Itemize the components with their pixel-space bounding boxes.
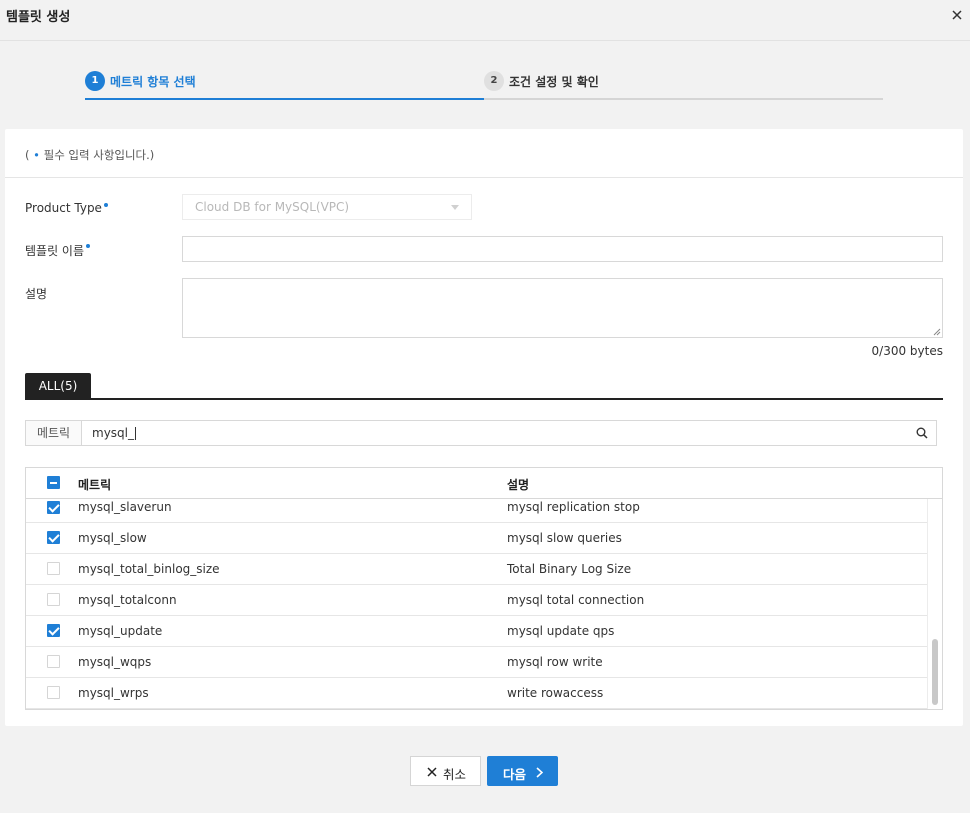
table-row[interactable]: mysql_wqps mysql row write	[26, 647, 927, 678]
step-label: 메트릭 항목 선택	[110, 75, 196, 89]
metric-description: mysql replication stop	[507, 500, 640, 514]
row-checkbox[interactable]	[47, 686, 60, 699]
row-checkbox[interactable]	[47, 501, 60, 514]
product-type-label: Product Type	[25, 201, 108, 215]
metric-search: 메트릭 mysql_	[25, 420, 937, 446]
template-name-label: 템플릿 이름	[25, 242, 91, 259]
required-dot-icon	[86, 244, 91, 248]
divider	[5, 177, 963, 178]
close-icon	[427, 767, 437, 777]
step-1: 1 메트릭 항목 선택	[85, 70, 484, 100]
table-body: mysql_slaverun mysql replication stop mysq…	[26, 499, 927, 709]
table-header: 메트릭 설명	[26, 468, 942, 499]
table-row[interactable]: mysql_update mysql update qps	[26, 616, 927, 647]
table-row[interactable]: mysql_wrps write rowaccess	[26, 678, 927, 709]
metric-name: mysql_wqps	[78, 655, 152, 669]
step-number: 1	[85, 71, 105, 91]
scrollbar[interactable]	[927, 499, 942, 709]
metric-description: mysql update qps	[507, 624, 615, 638]
next-button[interactable]: 다음	[487, 756, 558, 786]
row-checkbox[interactable]	[47, 593, 60, 606]
metric-description: mysql slow queries	[507, 531, 622, 545]
table-row[interactable]: mysql_total_binlog_size Total Binary Log …	[26, 554, 927, 585]
row-checkbox[interactable]	[47, 655, 60, 668]
metric-description: write rowaccess	[507, 686, 604, 700]
search-label: 메트릭	[26, 421, 82, 445]
stepper: 1 메트릭 항목 선택 2 조건 설정 및 확인	[85, 70, 883, 100]
required-dot-icon	[103, 203, 108, 207]
table-row[interactable]: mysql_totalconn mysql total connection	[26, 585, 927, 616]
metric-name: mysql_total_binlog_size	[78, 562, 220, 576]
resize-grip-icon[interactable]	[933, 328, 941, 336]
cancel-button[interactable]: 취소	[410, 756, 481, 786]
metric-name: mysql_update	[78, 624, 163, 638]
chevron-down-icon	[451, 205, 459, 210]
metric-description: mysql total connection	[507, 593, 645, 607]
step-number: 2	[484, 71, 504, 91]
column-header-description: 설명	[507, 478, 530, 492]
next-label: 다음	[503, 767, 527, 782]
step-2: 2 조건 설정 및 확인	[484, 70, 883, 100]
close-icon[interactable]	[950, 8, 964, 22]
metric-name: mysql_slow	[78, 531, 147, 545]
tab-all[interactable]: ALL(5)	[25, 373, 91, 399]
table-row[interactable]: mysql_slow mysql slow queries	[26, 523, 927, 554]
dialog-title: 템플릿 생성	[6, 10, 71, 25]
select-all-checkbox[interactable]	[47, 476, 60, 489]
dialog-header: 템플릿 생성	[0, 0, 970, 41]
required-dot-icon: •	[33, 148, 40, 162]
tab-bar: ALL(5)	[25, 373, 943, 400]
scrollbar-thumb[interactable]	[932, 639, 938, 705]
row-checkbox[interactable]	[47, 562, 60, 575]
product-type-select[interactable]: Cloud DB for MySQL(VPC)	[182, 194, 472, 220]
metric-table: 메트릭 설명 mysql_slaverun mysql replication s…	[25, 467, 943, 710]
metric-name: mysql_slaverun	[78, 500, 172, 514]
metric-description: Total Binary Log Size	[507, 562, 632, 576]
template-name-input[interactable]	[182, 236, 943, 262]
byte-counter: 0/300 bytes	[871, 344, 943, 358]
row-checkbox[interactable]	[47, 624, 60, 637]
chevron-right-icon	[536, 767, 543, 778]
product-type-value: Cloud DB for MySQL(VPC)	[195, 200, 350, 214]
cancel-label: 취소	[443, 767, 467, 782]
row-checkbox[interactable]	[47, 531, 60, 544]
description-label: 설명	[25, 287, 48, 301]
metric-name: mysql_totalconn	[78, 593, 177, 607]
metric-name: mysql_wrps	[78, 686, 149, 700]
table-row[interactable]: mysql_slaverun mysql replication stop	[26, 499, 927, 523]
step-label: 조건 설정 및 확인	[509, 75, 599, 89]
required-note: ( • 필수 입력 사항입니다.)	[25, 148, 155, 162]
metric-description: mysql row write	[507, 655, 603, 669]
form-panel: ( • 필수 입력 사항입니다.) Product Type Cloud DB …	[5, 129, 963, 726]
search-input[interactable]: mysql_	[92, 426, 136, 440]
search-icon[interactable]	[916, 427, 928, 439]
column-header-metric: 메트릭	[78, 478, 112, 492]
description-textarea[interactable]	[182, 278, 943, 338]
